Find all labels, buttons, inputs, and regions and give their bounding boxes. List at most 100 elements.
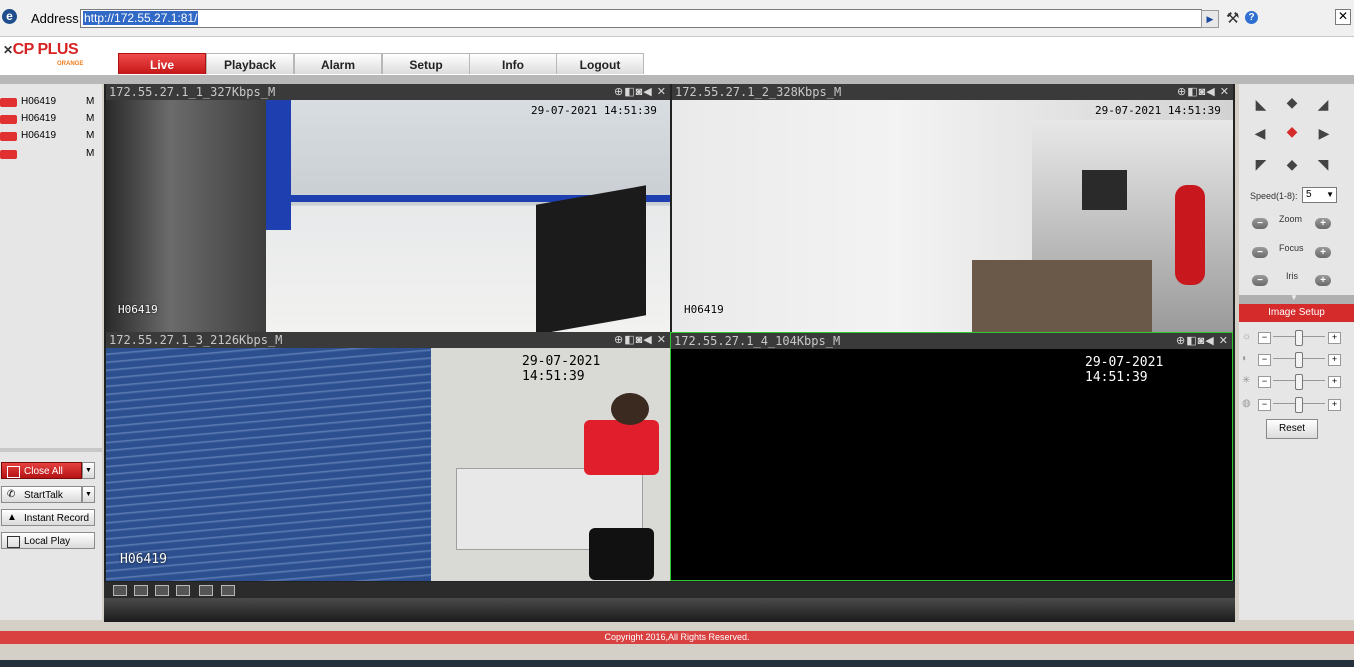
layout-4-icon[interactable]	[221, 585, 235, 596]
speed-select[interactable]: 5 ▼	[1302, 187, 1337, 203]
zoom-label: Zoom	[1279, 214, 1303, 224]
cp-plus-logo: ✕CP PLUS	[3, 41, 79, 59]
ptz-up-right-icon[interactable]: ◢	[1315, 96, 1331, 112]
iris-minus-button[interactable]: −	[1252, 275, 1268, 286]
layout-wide-icon[interactable]	[176, 585, 190, 596]
address-input[interactable]: http://172.55.27.1:81/	[80, 9, 1202, 28]
tab-playback[interactable]: Playback	[206, 53, 294, 74]
start-talk-label: StartTalk	[24, 490, 63, 501]
ptz-up-icon[interactable]: ◆	[1284, 94, 1300, 110]
contrast-minus-button[interactable]: −	[1258, 354, 1271, 366]
tools-icon[interactable]: ⚒	[1226, 9, 1239, 27]
focus-plus-button[interactable]: +	[1315, 247, 1331, 258]
start-talk-dropdown-icon[interactable]: ▼	[82, 486, 95, 503]
ptz-left-icon[interactable]: ◀	[1252, 125, 1268, 141]
camera-feed-2: 29-07-2021 14:51:39 H06419	[672, 100, 1233, 332]
ptz-right-icon[interactable]: ▶	[1316, 125, 1332, 141]
instant-record-button[interactable]: ▲ Instant Record	[1, 509, 95, 526]
close-all-button[interactable]: Close All	[1, 462, 82, 479]
device-name: H06419	[21, 130, 57, 141]
feed-head-shape	[611, 393, 649, 425]
start-talk-button[interactable]: ✆ StartTalk	[1, 486, 82, 503]
pane-camera-name: H06419	[118, 303, 158, 316]
slider-thumb[interactable]	[1295, 352, 1303, 368]
feed-person-shape	[584, 420, 659, 475]
hue-minus-button[interactable]: −	[1258, 399, 1271, 411]
focus-minus-button[interactable]: −	[1252, 247, 1268, 258]
device-name: H06419	[21, 113, 57, 124]
camera-icon	[0, 150, 17, 159]
tab-alarm[interactable]: Alarm	[294, 53, 382, 74]
pane-toolbar-icons[interactable]: ⊕◧◙◀ ✕	[614, 332, 667, 348]
local-play-button[interactable]: Local Play	[1, 532, 95, 549]
local-play-label: Local Play	[24, 536, 71, 547]
browser-logo-icon: e	[2, 9, 17, 24]
hue-slider[interactable]: ◍ − +	[1241, 397, 1351, 413]
device-name: H06419	[21, 96, 57, 107]
tab-live[interactable]: Live	[118, 53, 206, 74]
zoom-plus-button[interactable]: +	[1315, 218, 1331, 229]
film-icon	[7, 536, 20, 548]
camera-icon	[0, 115, 17, 124]
brightness-plus-button[interactable]: +	[1328, 332, 1341, 344]
device-item[interactable]: H06419 M	[0, 94, 100, 111]
reset-button[interactable]: Reset	[1266, 419, 1318, 439]
ptz-down-right-icon[interactable]: ◥	[1315, 156, 1331, 172]
feed-shutter-shape	[106, 100, 266, 332]
iris-label: Iris	[1286, 271, 1298, 281]
zoom-minus-button[interactable]: −	[1252, 218, 1268, 229]
close-all-icon	[7, 466, 20, 478]
go-button[interactable]: ▶	[1201, 10, 1219, 28]
video-pane-1[interactable]: 172.55.27.1_1_327Kbps_M ⊕◧◙◀ ✕ 29-07-202…	[106, 84, 670, 332]
hue-plus-button[interactable]: +	[1328, 399, 1341, 411]
close-all-dropdown-icon[interactable]: ▼	[82, 462, 95, 479]
hue-icon: ◍	[1242, 398, 1251, 409]
logo-text: CP PLUS	[12, 41, 79, 58]
tab-info[interactable]: Info	[469, 53, 557, 74]
layout-16-icon[interactable]	[113, 585, 127, 596]
feed-device-shape	[1082, 170, 1127, 210]
fullscreen-icon[interactable]	[155, 585, 169, 596]
layout-1-icon[interactable]	[199, 585, 213, 596]
ptz-center-icon[interactable]: ◆	[1284, 123, 1300, 139]
device-mode: M	[86, 96, 95, 107]
collapse-bar[interactable]: ▼	[1239, 293, 1354, 304]
device-item[interactable]: M	[0, 146, 100, 163]
saturation-minus-button[interactable]: −	[1258, 376, 1271, 388]
pane-toolbar-icons[interactable]: ⊕◧◙◀ ✕	[614, 84, 667, 100]
video-pane-4[interactable]: 172.55.27.1_4_104Kbps_M ⊕◧◙◀ ✕ 29-07-202…	[670, 332, 1233, 581]
video-pane-3[interactable]: 172.55.27.1_3_2126Kbps_M ⊕◧◙◀ ✕ 29-07-20…	[106, 332, 670, 581]
feed-pillar-shape	[266, 100, 291, 230]
ptz-down-icon[interactable]: ◆	[1284, 156, 1300, 172]
saturation-slider[interactable]: ✳ − +	[1241, 374, 1351, 390]
ptz-down-left-icon[interactable]: ◤	[1253, 156, 1269, 172]
slider-thumb[interactable]	[1295, 374, 1303, 390]
brightness-minus-button[interactable]: −	[1258, 332, 1271, 344]
camera-feed-4: 29-07-2021 14:51:39	[671, 349, 1232, 580]
tab-setup[interactable]: Setup	[382, 53, 470, 74]
contrast-plus-button[interactable]: +	[1328, 354, 1341, 366]
pane-toolbar-icons[interactable]: ⊕◧◙◀ ✕	[1176, 333, 1229, 349]
iris-plus-button[interactable]: +	[1315, 275, 1331, 286]
layout-9-icon[interactable]	[134, 585, 148, 596]
close-window-icon[interactable]: ✕	[1335, 9, 1351, 25]
image-setup-header: Image Setup	[1239, 304, 1354, 322]
ptz-up-left-icon[interactable]: ◣	[1253, 96, 1269, 112]
pane-timestamp: 29-07-2021 14:51:39	[1095, 104, 1221, 117]
pane-toolbar-icons[interactable]: ⊕◧◙◀ ✕	[1177, 84, 1230, 100]
device-item[interactable]: H06419 M	[0, 111, 100, 128]
os-taskbar	[0, 660, 1354, 667]
slider-thumb[interactable]	[1295, 330, 1303, 346]
speed-label: Speed(1-8):	[1250, 191, 1298, 201]
record-icon: ▲	[7, 512, 17, 523]
device-item[interactable]: H06419 M	[0, 128, 100, 145]
video-pane-2[interactable]: 172.55.27.1_2_328Kbps_M ⊕◧◙◀ ✕ 29-07-202…	[672, 84, 1233, 332]
close-all-label: Close All	[24, 466, 63, 477]
help-icon[interactable]: ?	[1245, 11, 1258, 24]
brightness-slider[interactable]: ☼ − +	[1241, 330, 1351, 346]
saturation-plus-button[interactable]: +	[1328, 376, 1341, 388]
contrast-slider[interactable]: ◐ − +	[1241, 352, 1351, 368]
tab-logout[interactable]: Logout	[556, 53, 644, 74]
camera-icon	[0, 98, 17, 107]
slider-thumb[interactable]	[1295, 397, 1303, 413]
